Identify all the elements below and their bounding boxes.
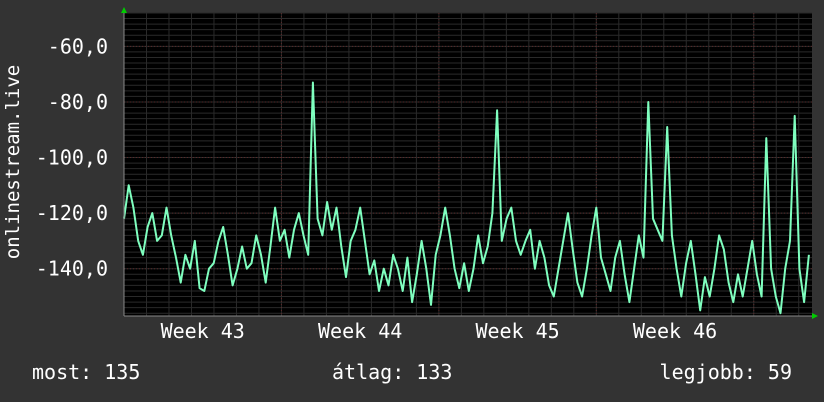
x-tick-label: Week 43	[161, 319, 245, 343]
x-tick-label: Week 44	[318, 319, 402, 343]
y-tick-label: -120,0	[36, 201, 108, 225]
y-axis-title-wrap: onlinestream.live	[0, 8, 26, 316]
stat-current: most: 135	[32, 360, 141, 384]
line-chart: -60,0-80,0-100,0-120,0-140,0 Week 43 Week…	[36, 7, 818, 343]
x-tick-label: Week 46	[633, 319, 717, 343]
stat-average: átlag: 133	[332, 360, 453, 384]
x-axis: Week 43 Week 44 Week 45 Week 46	[161, 319, 718, 343]
y-axis-title: onlinestream.live	[2, 64, 24, 260]
y-axis-arrow	[121, 7, 127, 13]
x-tick-label: Week 45	[475, 319, 559, 343]
y-axis: -60,0 -80,0 -100,0 -120,0 -140,0	[36, 34, 108, 280]
y-tick-label: -140,0	[36, 257, 108, 281]
y-tick-label: -100,0	[36, 146, 108, 170]
x-axis-arrow	[812, 313, 818, 319]
y-tick-label: -80,0	[48, 90, 108, 114]
stats-bar: most: 135 átlag: 133 legjobb: 59	[0, 360, 824, 390]
y-tick-label: -60,0	[48, 34, 108, 58]
stat-best: legjobb: 59	[659, 360, 792, 384]
